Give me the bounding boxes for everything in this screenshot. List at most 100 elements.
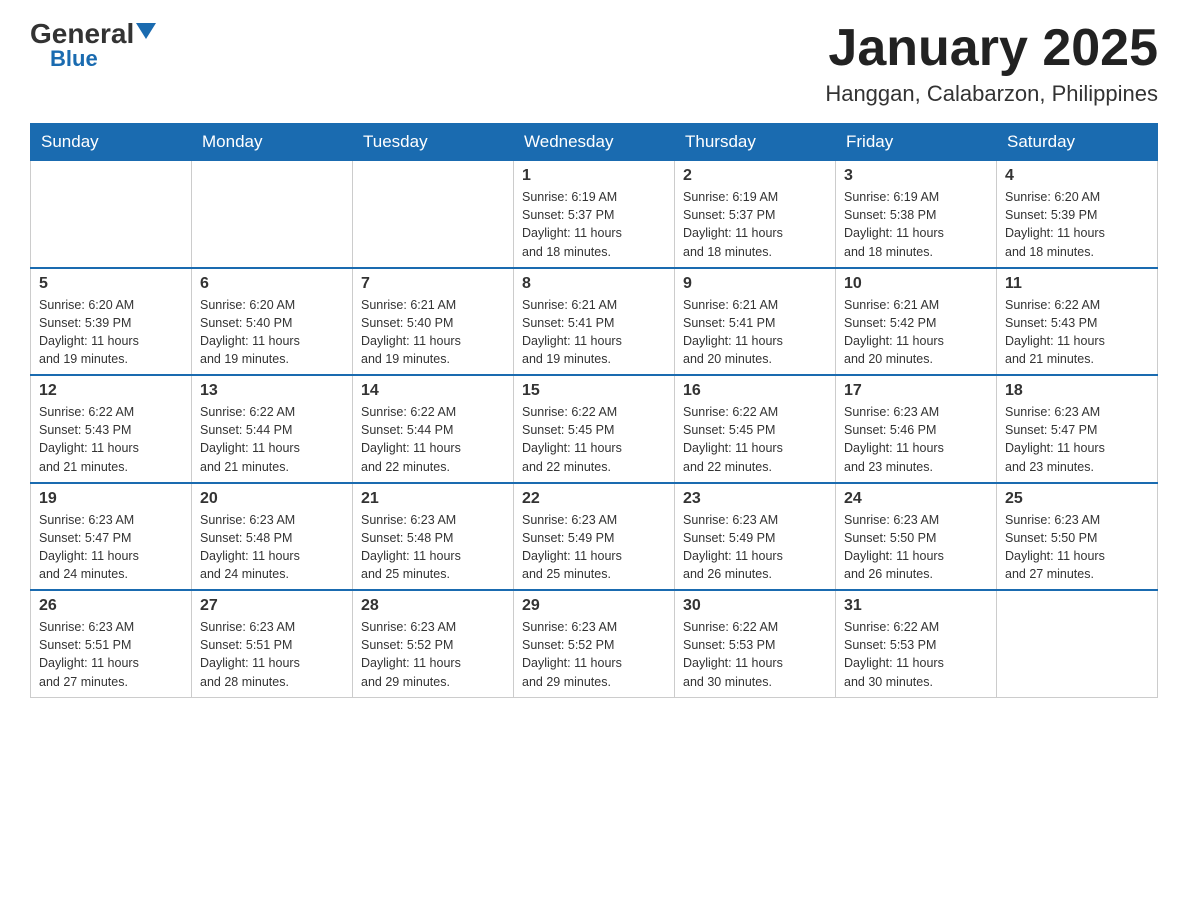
calendar-cell: 18Sunrise: 6:23 AM Sunset: 5:47 PM Dayli… bbox=[997, 375, 1158, 483]
logo: General Blue bbox=[30, 20, 156, 70]
day-info: Sunrise: 6:23 AM Sunset: 5:46 PM Dayligh… bbox=[844, 403, 988, 476]
day-number: 31 bbox=[844, 597, 988, 615]
logo-triangle-icon bbox=[136, 23, 156, 39]
calendar-cell: 28Sunrise: 6:23 AM Sunset: 5:52 PM Dayli… bbox=[353, 590, 514, 697]
day-info: Sunrise: 6:23 AM Sunset: 5:49 PM Dayligh… bbox=[522, 511, 666, 584]
calendar-cell: 31 Sunrise: 6:22 AM Sunset: 5:53 PM Dayli… bbox=[836, 590, 997, 697]
day-info: Sunrise: 6:23 AM Sunset: 5:48 PM Dayligh… bbox=[361, 511, 505, 584]
calendar-cell: 24Sunrise: 6:23 AM Sunset: 5:50 PM Dayli… bbox=[836, 483, 997, 591]
day-number: 9 bbox=[683, 275, 827, 293]
calendar-cell: 27 Sunrise: 6:23 AM Sunset: 5:51 PM Dayli… bbox=[192, 590, 353, 697]
page-header: General Blue January 2025 Hanggan, Calab… bbox=[30, 20, 1158, 107]
day-info: Sunrise: 6:23 AM Sunset: 5:47 PM Dayligh… bbox=[39, 511, 183, 584]
title-block: January 2025 Hanggan, Calabarzon, Philip… bbox=[825, 20, 1158, 107]
calendar-cell: 23 Sunrise: 6:23 AM Sunset: 5:49 PM Dayli… bbox=[675, 483, 836, 591]
day-number: 26 bbox=[39, 597, 183, 615]
calendar-cell: 20 Sunrise: 6:23 AM Sunset: 5:48 PM Dayli… bbox=[192, 483, 353, 591]
month-title: January 2025 bbox=[825, 20, 1158, 77]
day-number: 6 bbox=[200, 275, 344, 293]
calendar-cell bbox=[31, 161, 192, 268]
calendar-cell: 3Sunrise: 6:19 AM Sunset: 5:38 PM Daylig… bbox=[836, 161, 997, 268]
day-number: 12 bbox=[39, 382, 183, 400]
calendar-cell: 7 Sunrise: 6:21 AM Sunset: 5:40 PM Daylig… bbox=[353, 268, 514, 376]
calendar-cell: 29Sunrise: 6:23 AM Sunset: 5:52 PM Dayli… bbox=[514, 590, 675, 697]
calendar-cell: 15 Sunrise: 6:22 AM Sunset: 5:45 PM Dayli… bbox=[514, 375, 675, 483]
day-info: Sunrise: 6:22 AM Sunset: 5:45 PM Dayligh… bbox=[683, 403, 827, 476]
week-row-1: 1 Sunrise: 6:19 AM Sunset: 5:37 PM Daylig… bbox=[31, 161, 1158, 268]
day-number: 22 bbox=[522, 490, 666, 508]
week-row-5: 26 Sunrise: 6:23 AM Sunset: 5:51 PM Dayli… bbox=[31, 590, 1158, 697]
day-number: 5 bbox=[39, 275, 183, 293]
day-number: 11 bbox=[1005, 275, 1149, 293]
day-number: 16 bbox=[683, 382, 827, 400]
day-info: Sunrise: 6:22 AM Sunset: 5:43 PM Dayligh… bbox=[1005, 296, 1149, 369]
calendar-cell: 26 Sunrise: 6:23 AM Sunset: 5:51 PM Dayli… bbox=[31, 590, 192, 697]
day-number: 17 bbox=[844, 382, 988, 400]
day-info: Sunrise: 6:22 AM Sunset: 5:44 PM Dayligh… bbox=[200, 403, 344, 476]
header-monday: Monday bbox=[192, 124, 353, 161]
day-info: Sunrise: 6:23 AM Sunset: 5:50 PM Dayligh… bbox=[1005, 511, 1149, 584]
week-row-4: 19Sunrise: 6:23 AM Sunset: 5:47 PM Dayli… bbox=[31, 483, 1158, 591]
day-number: 24 bbox=[844, 490, 988, 508]
calendar-cell: 10Sunrise: 6:21 AM Sunset: 5:42 PM Dayli… bbox=[836, 268, 997, 376]
calendar-cell: 12 Sunrise: 6:22 AM Sunset: 5:43 PM Dayli… bbox=[31, 375, 192, 483]
header-saturday: Saturday bbox=[997, 124, 1158, 161]
week-row-3: 12 Sunrise: 6:22 AM Sunset: 5:43 PM Dayli… bbox=[31, 375, 1158, 483]
calendar-cell bbox=[353, 161, 514, 268]
day-number: 27 bbox=[200, 597, 344, 615]
header-thursday: Thursday bbox=[675, 124, 836, 161]
header-friday: Friday bbox=[836, 124, 997, 161]
calendar-cell: 16 Sunrise: 6:22 AM Sunset: 5:45 PM Dayli… bbox=[675, 375, 836, 483]
calendar-cell: 13 Sunrise: 6:22 AM Sunset: 5:44 PM Dayli… bbox=[192, 375, 353, 483]
day-number: 1 bbox=[522, 167, 666, 185]
day-info: Sunrise: 6:22 AM Sunset: 5:45 PM Dayligh… bbox=[522, 403, 666, 476]
day-number: 25 bbox=[1005, 490, 1149, 508]
day-number: 10 bbox=[844, 275, 988, 293]
day-number: 30 bbox=[683, 597, 827, 615]
calendar-cell: 4 Sunrise: 6:20 AM Sunset: 5:39 PM Daylig… bbox=[997, 161, 1158, 268]
day-number: 8 bbox=[522, 275, 666, 293]
day-info: Sunrise: 6:22 AM Sunset: 5:44 PM Dayligh… bbox=[361, 403, 505, 476]
calendar-cell: 2Sunrise: 6:19 AM Sunset: 5:37 PM Daylig… bbox=[675, 161, 836, 268]
calendar-cell: 6 Sunrise: 6:20 AM Sunset: 5:40 PM Daylig… bbox=[192, 268, 353, 376]
day-info: Sunrise: 6:19 AM Sunset: 5:37 PM Dayligh… bbox=[522, 188, 666, 261]
calendar-cell: 30 Sunrise: 6:22 AM Sunset: 5:53 PM Dayli… bbox=[675, 590, 836, 697]
header-sunday: Sunday bbox=[31, 124, 192, 161]
day-info: Sunrise: 6:21 AM Sunset: 5:40 PM Dayligh… bbox=[361, 296, 505, 369]
calendar-cell: 17 Sunrise: 6:23 AM Sunset: 5:46 PM Dayli… bbox=[836, 375, 997, 483]
day-number: 23 bbox=[683, 490, 827, 508]
day-info: Sunrise: 6:21 AM Sunset: 5:41 PM Dayligh… bbox=[522, 296, 666, 369]
day-number: 13 bbox=[200, 382, 344, 400]
calendar-cell: 21Sunrise: 6:23 AM Sunset: 5:48 PM Dayli… bbox=[353, 483, 514, 591]
day-info: Sunrise: 6:20 AM Sunset: 5:40 PM Dayligh… bbox=[200, 296, 344, 369]
calendar-cell: 5Sunrise: 6:20 AM Sunset: 5:39 PM Daylig… bbox=[31, 268, 192, 376]
day-number: 15 bbox=[522, 382, 666, 400]
day-info: Sunrise: 6:23 AM Sunset: 5:52 PM Dayligh… bbox=[361, 618, 505, 691]
day-info: Sunrise: 6:23 AM Sunset: 5:51 PM Dayligh… bbox=[39, 618, 183, 691]
day-number: 20 bbox=[200, 490, 344, 508]
day-info: Sunrise: 6:22 AM Sunset: 5:43 PM Dayligh… bbox=[39, 403, 183, 476]
week-row-2: 5Sunrise: 6:20 AM Sunset: 5:39 PM Daylig… bbox=[31, 268, 1158, 376]
calendar-cell: 9 Sunrise: 6:21 AM Sunset: 5:41 PM Daylig… bbox=[675, 268, 836, 376]
day-info: Sunrise: 6:22 AM Sunset: 5:53 PM Dayligh… bbox=[683, 618, 827, 691]
day-info: Sunrise: 6:19 AM Sunset: 5:37 PM Dayligh… bbox=[683, 188, 827, 261]
calendar-cell: 22 Sunrise: 6:23 AM Sunset: 5:49 PM Dayli… bbox=[514, 483, 675, 591]
day-info: Sunrise: 6:20 AM Sunset: 5:39 PM Dayligh… bbox=[1005, 188, 1149, 261]
location-title: Hanggan, Calabarzon, Philippines bbox=[825, 81, 1158, 107]
day-info: Sunrise: 6:23 AM Sunset: 5:52 PM Dayligh… bbox=[522, 618, 666, 691]
logo-blue-text: Blue bbox=[50, 48, 98, 70]
day-number: 4 bbox=[1005, 167, 1149, 185]
calendar-cell: 14Sunrise: 6:22 AM Sunset: 5:44 PM Dayli… bbox=[353, 375, 514, 483]
day-number: 7 bbox=[361, 275, 505, 293]
day-info: Sunrise: 6:23 AM Sunset: 5:49 PM Dayligh… bbox=[683, 511, 827, 584]
calendar-cell bbox=[997, 590, 1158, 697]
day-info: Sunrise: 6:23 AM Sunset: 5:51 PM Dayligh… bbox=[200, 618, 344, 691]
calendar-cell: 25 Sunrise: 6:23 AM Sunset: 5:50 PM Dayli… bbox=[997, 483, 1158, 591]
header-tuesday: Tuesday bbox=[353, 124, 514, 161]
calendar-cell bbox=[192, 161, 353, 268]
day-info: Sunrise: 6:21 AM Sunset: 5:41 PM Dayligh… bbox=[683, 296, 827, 369]
header-wednesday: Wednesday bbox=[514, 124, 675, 161]
day-info: Sunrise: 6:22 AM Sunset: 5:53 PM Dayligh… bbox=[844, 618, 988, 691]
day-info: Sunrise: 6:23 AM Sunset: 5:48 PM Dayligh… bbox=[200, 511, 344, 584]
days-header-row: SundayMondayTuesdayWednesdayThursdayFrid… bbox=[31, 124, 1158, 161]
